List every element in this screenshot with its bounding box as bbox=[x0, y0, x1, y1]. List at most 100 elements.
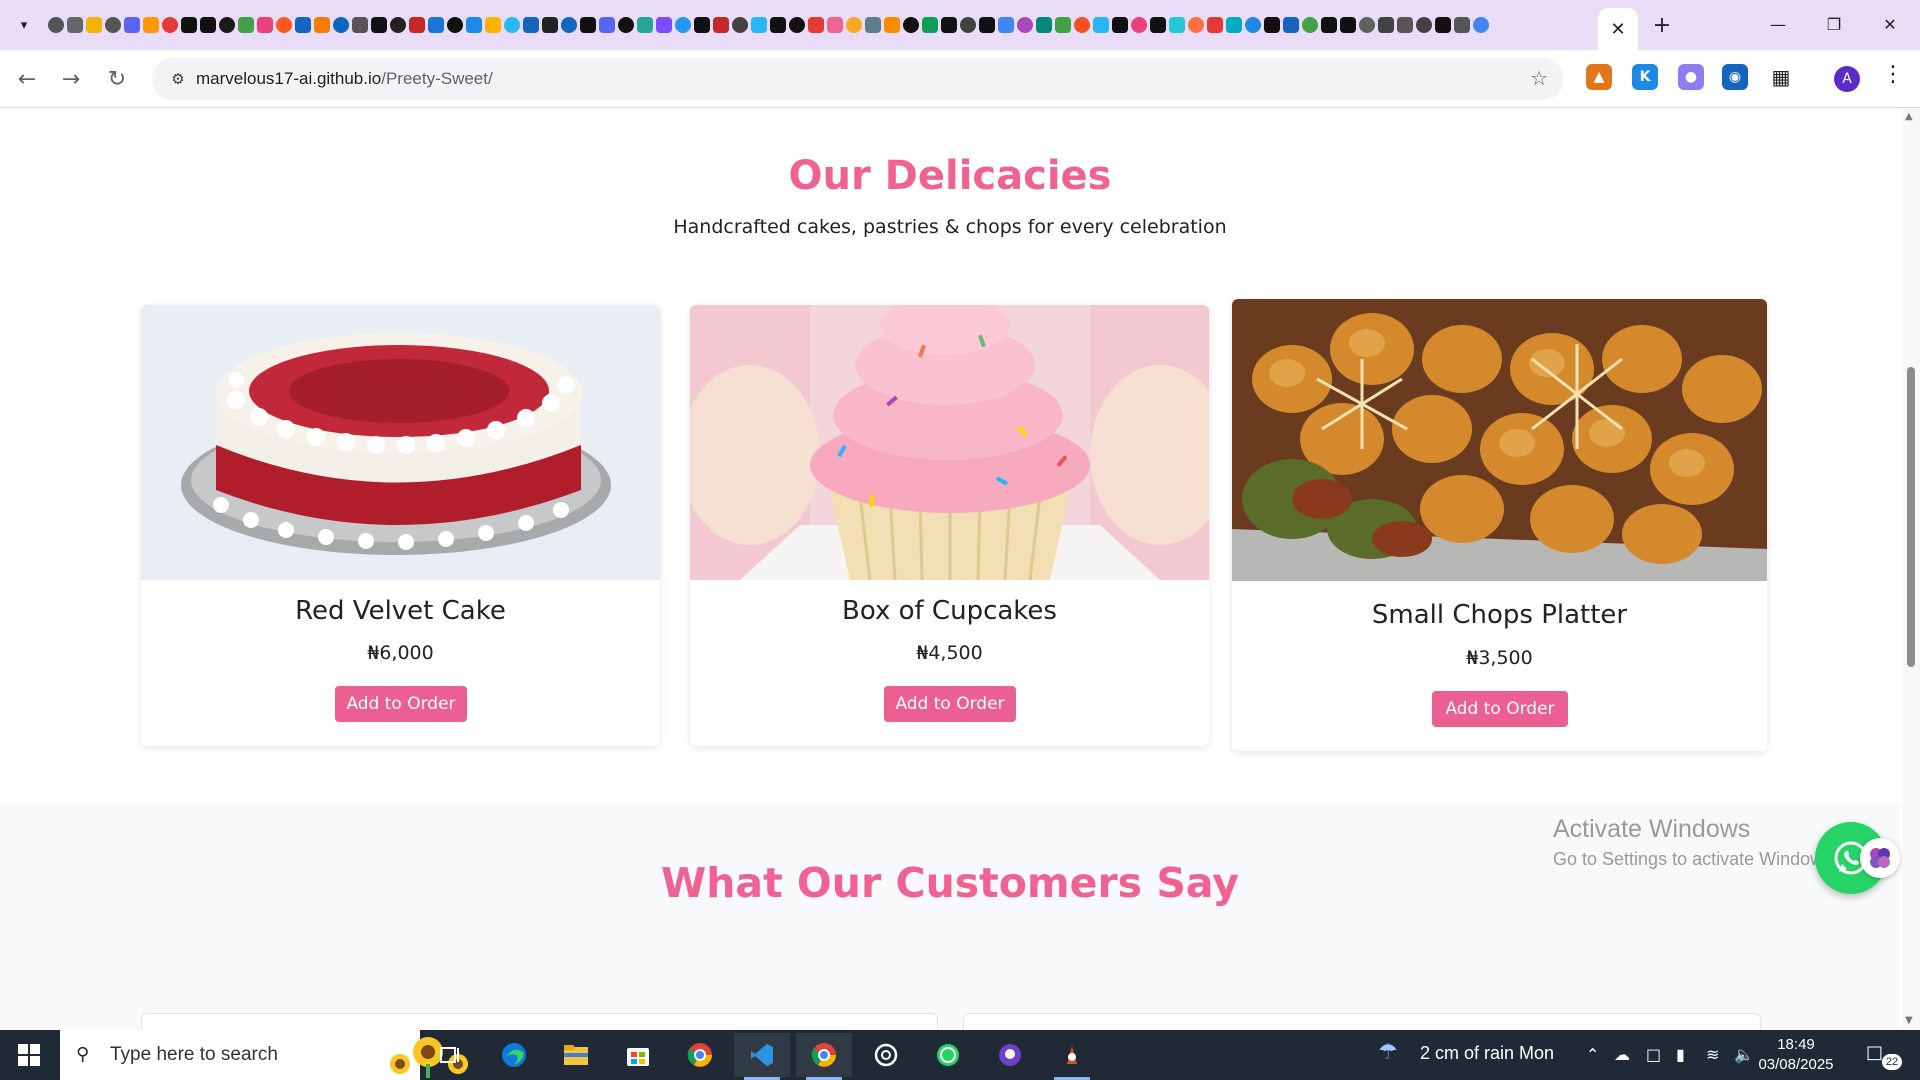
pinned-tab-favicon-icon[interactable] bbox=[884, 17, 900, 33]
pinned-tab-favicon-icon[interactable] bbox=[922, 17, 938, 33]
pinned-tab-favicon-icon[interactable] bbox=[637, 17, 653, 33]
pinned-tab-favicon-icon[interactable] bbox=[1264, 17, 1280, 33]
pinned-tab-favicon-icon[interactable] bbox=[656, 17, 672, 33]
microsoft-store-icon[interactable] bbox=[610, 1033, 666, 1077]
metamask-extension-icon[interactable]: ▲ bbox=[1586, 64, 1612, 90]
wifi-icon[interactable]: ≋ bbox=[1706, 1045, 1719, 1064]
pinned-tab-favicon-icon[interactable] bbox=[1245, 17, 1261, 33]
file-explorer-icon[interactable] bbox=[548, 1033, 604, 1077]
site-info-icon[interactable]: ⚙ bbox=[166, 67, 190, 91]
extensions-puzzle-icon[interactable]: ▦ bbox=[1768, 64, 1794, 90]
pinned-tab-favicon-icon[interactable] bbox=[770, 17, 786, 33]
pinned-tab-favicon-icon[interactable] bbox=[694, 17, 710, 33]
taskbar-search-box[interactable]: ⚲ Type here to search bbox=[60, 1030, 468, 1080]
system-clock[interactable]: 18:49 03/08/2025 bbox=[1750, 1035, 1842, 1075]
pinned-tab-favicon-icon[interactable] bbox=[941, 17, 957, 33]
pinned-tab-favicon-icon[interactable] bbox=[1378, 17, 1394, 33]
pinned-tab-favicon-icon[interactable] bbox=[504, 17, 520, 33]
chrome-profile-icon[interactable] bbox=[672, 1033, 728, 1077]
pinned-tab-favicon-icon[interactable] bbox=[903, 17, 919, 33]
onedrive-cloud-icon[interactable]: ☁ bbox=[1614, 1045, 1630, 1064]
pinned-tab-favicon-icon[interactable] bbox=[1340, 17, 1356, 33]
add-to-order-button[interactable]: Add to Order bbox=[335, 686, 467, 722]
pinned-tab-favicon-icon[interactable] bbox=[523, 17, 539, 33]
weather-rain-icon[interactable]: ☂ bbox=[1378, 1040, 1398, 1065]
pinned-tab-favicon-icon[interactable] bbox=[333, 17, 349, 33]
pinned-tab-favicon-icon[interactable] bbox=[105, 17, 121, 33]
pinned-tab-favicon-icon[interactable] bbox=[466, 17, 482, 33]
task-view-icon[interactable] bbox=[422, 1033, 478, 1077]
pinned-tab-favicon-icon[interactable] bbox=[1454, 17, 1470, 33]
pinned-tab-favicon-icon[interactable] bbox=[542, 17, 558, 33]
git-tool-icon[interactable] bbox=[1044, 1033, 1100, 1080]
pinned-tab-favicon-icon[interactable] bbox=[1321, 17, 1337, 33]
minimize-icon[interactable]: — bbox=[1750, 0, 1806, 48]
pinned-tab-favicon-icon[interactable] bbox=[143, 17, 159, 33]
k-extension-icon[interactable]: K bbox=[1632, 64, 1658, 90]
pinned-tab-favicon-icon[interactable] bbox=[865, 17, 881, 33]
pinned-tab-favicon-icon[interactable] bbox=[86, 17, 102, 33]
pinned-tab-favicon-icon[interactable] bbox=[1188, 17, 1204, 33]
add-to-order-button[interactable]: Add to Order bbox=[1432, 691, 1568, 727]
pinned-tab-favicon-icon[interactable] bbox=[789, 17, 805, 33]
pinned-tab-favicon-icon[interactable] bbox=[1169, 17, 1185, 33]
pinned-tab-favicon-icon[interactable] bbox=[1036, 17, 1052, 33]
edge-browser-icon[interactable] bbox=[486, 1033, 542, 1077]
pinned-tab-favicon-icon[interactable] bbox=[1207, 17, 1223, 33]
pinned-tab-favicon-icon[interactable] bbox=[1397, 17, 1413, 33]
pinned-tab-favicon-icon[interactable] bbox=[1283, 17, 1299, 33]
pinned-tab-favicon-icon[interactable] bbox=[1131, 17, 1147, 33]
active-tab[interactable]: ✕ bbox=[1598, 8, 1638, 50]
forward-arrow-icon[interactable]: → bbox=[54, 62, 88, 96]
scroll-down-icon[interactable]: ▼ bbox=[1905, 1015, 1913, 1026]
pinned-tab-favicon-icon[interactable] bbox=[1055, 17, 1071, 33]
device-icon[interactable]: □ bbox=[1646, 1045, 1661, 1064]
pinned-tab-favicon-icon[interactable] bbox=[1150, 17, 1166, 33]
pinned-tab-favicon-icon[interactable] bbox=[713, 17, 729, 33]
pinned-tab-favicon-icon[interactable] bbox=[580, 17, 596, 33]
pinned-tab-favicon-icon[interactable] bbox=[675, 17, 691, 33]
new-tab-button[interactable]: + bbox=[1648, 11, 1676, 39]
pinned-tab-favicon-icon[interactable] bbox=[1074, 17, 1090, 33]
pinned-tab-favicon-icon[interactable] bbox=[447, 17, 463, 33]
pinned-tab-favicon-icon[interactable] bbox=[1416, 17, 1432, 33]
scroll-thumb[interactable] bbox=[1907, 367, 1915, 667]
bookmark-star-icon[interactable]: ☆ bbox=[1530, 66, 1548, 90]
whatsapp-desktop-icon[interactable] bbox=[920, 1033, 976, 1077]
address-bar[interactable]: ⚙ marvelous17-ai.github.io/Preety-Sweet/… bbox=[152, 58, 1564, 100]
weather-text[interactable]: 2 cm of rain Mon bbox=[1420, 1043, 1554, 1064]
pinned-tab-favicon-icon[interactable] bbox=[808, 17, 824, 33]
pinned-tab-favicon-icon[interactable] bbox=[67, 17, 83, 33]
pinned-tab-favicon-icon[interactable] bbox=[314, 17, 330, 33]
pinned-tab-favicon-icon[interactable] bbox=[409, 17, 425, 33]
browser-menu-icon[interactable]: ⋮ bbox=[1882, 62, 1904, 87]
pinned-tab-favicon-icon[interactable] bbox=[485, 17, 501, 33]
vscode-icon[interactable] bbox=[734, 1033, 790, 1080]
purple-extension-icon[interactable]: ● bbox=[1678, 64, 1704, 90]
pinned-tab-favicon-icon[interactable] bbox=[48, 17, 64, 33]
url-text[interactable]: marvelous17-ai.github.io/Preety-Sweet/ bbox=[196, 69, 493, 89]
chatgpt-icon[interactable] bbox=[858, 1033, 914, 1077]
add-to-order-button[interactable]: Add to Order bbox=[884, 686, 1016, 722]
pinned-tab-favicon-icon[interactable] bbox=[295, 17, 311, 33]
pinned-tab-favicon-icon[interactable] bbox=[181, 17, 197, 33]
back-arrow-icon[interactable]: ← bbox=[10, 62, 44, 96]
page-scrollbar[interactable]: ▲ ▼ bbox=[1902, 109, 1920, 1030]
pinned-tab-favicon-icon[interactable] bbox=[371, 17, 387, 33]
pinned-tab-favicon-icon[interactable] bbox=[599, 17, 615, 33]
show-hidden-icons-chevron-icon[interactable]: ⌃ bbox=[1586, 1045, 1599, 1064]
pinned-tab-favicon-icon[interactable] bbox=[561, 17, 577, 33]
pinned-tab-favicon-icon[interactable] bbox=[1093, 17, 1109, 33]
close-tab-icon[interactable]: ✕ bbox=[1610, 19, 1625, 40]
pinned-tab-favicon-icon[interactable] bbox=[751, 17, 767, 33]
pinned-tab-favicon-icon[interactable] bbox=[257, 17, 273, 33]
windows-start-button[interactable] bbox=[0, 1030, 58, 1080]
pinned-tab-favicon-icon[interactable] bbox=[1435, 17, 1451, 33]
pinned-tab-favicon-icon[interactable] bbox=[960, 17, 976, 33]
pinned-tab-favicon-icon[interactable] bbox=[732, 17, 748, 33]
pinned-tab-favicon-icon[interactable] bbox=[1017, 17, 1033, 33]
pinned-tab-favicon-icon[interactable] bbox=[200, 17, 216, 33]
scroll-up-icon[interactable]: ▲ bbox=[1905, 111, 1913, 122]
pinned-tab-favicon-icon[interactable] bbox=[618, 17, 634, 33]
pinned-tab-favicon-icon[interactable] bbox=[1473, 17, 1489, 33]
